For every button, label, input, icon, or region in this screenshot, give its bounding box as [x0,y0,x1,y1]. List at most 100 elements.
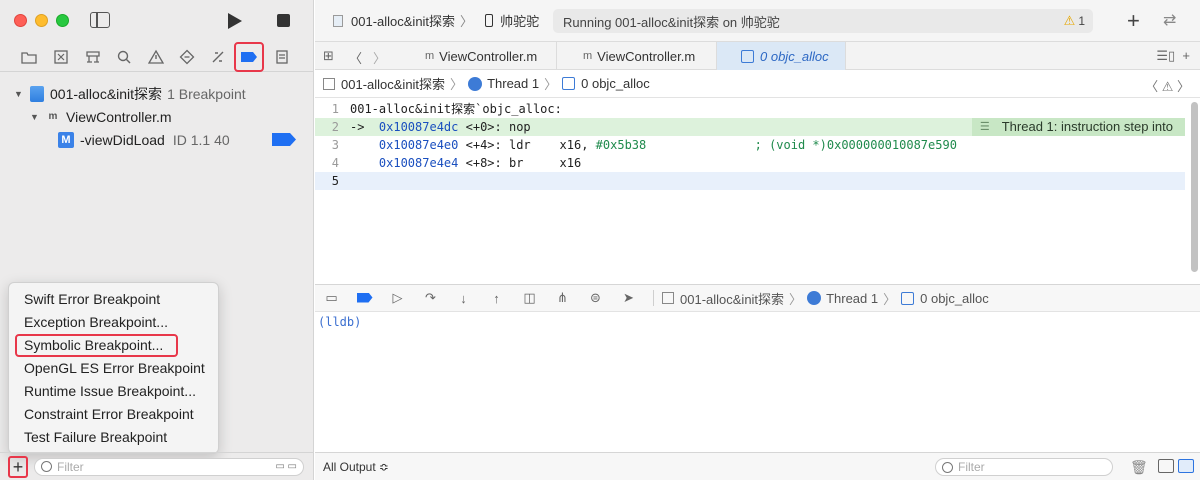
report-navigator-icon[interactable] [271,46,293,68]
menu-item-opengl-es-error[interactable]: OpenGL ES Error Breakpoint [9,357,218,380]
warning-badge[interactable]: ⚠ 1 [1064,13,1085,29]
tab-objc-alloc[interactable]: 0 objc_alloc [717,42,846,70]
trash-icon[interactable]: 🗑 [1130,459,1148,476]
line-number[interactable]: 5 [315,172,345,190]
console-filter-input[interactable]: Filter [935,458,1113,476]
thread-status-text: Thread 1: instruction step into [1001,119,1173,134]
code-token: 0x10087e4e0 [378,138,459,152]
code-line[interactable]: 5 [315,172,1185,190]
breakpoints-toggle-icon[interactable] [348,291,381,306]
simulate-location-icon[interactable]: ➤ [612,290,645,306]
menu-item-test-failure[interactable]: Test Failure Breakpoint [9,426,218,449]
add-library-icon[interactable]: + [1127,8,1140,34]
folder-icon[interactable] [18,46,40,68]
step-out-icon[interactable]: ↑ [480,291,513,306]
continue-icon[interactable]: ▷ [381,290,414,306]
activity-status: Running 001-alloc&init探索 on 帅驼驼 ⚠ 1 [553,9,1093,33]
navigator-filter-input[interactable]: Filter ▭ ▭ [34,457,304,476]
breakpoint-row[interactable]: M -viewDidLoad ID 1.1 40 [0,128,313,151]
debug-bar: ▭ ▷ ↷ ↓ ↑ ◫ ⋔ ⊜ ➤ 001-alloc&init探索 〉 Thr… [315,284,1200,312]
code-line[interactable]: 2 -> 0x10087e4dc <+0>: nop ☰ Thread 1: inst… [315,118,1185,136]
filter-options-icon[interactable]: ▭ ▭ [275,461,297,472]
menu-item-exception[interactable]: Exception Breakpoint... [9,311,218,334]
tab-viewcontroller-2[interactable]: m ViewController.m [557,42,717,70]
m-file-icon: m [48,111,58,122]
jump-project[interactable]: 001-alloc&init探索 [341,74,445,93]
debug-navigator-icon[interactable] [207,46,229,68]
debug-thread[interactable]: Thread 1 [826,291,878,306]
chevron-right-icon: 〉 [883,291,897,307]
sidebar-toggle-icon[interactable] [90,12,110,28]
file-row[interactable]: ▼ m ViewController.m [0,105,313,128]
warning-count: 1 [1078,14,1085,28]
frame-icon [741,49,754,63]
chevron-down-icon[interactable]: ▼ [14,89,24,99]
output-select[interactable]: All Output ≎ [323,460,389,474]
search-icon[interactable] [113,46,135,68]
chevron-down-icon[interactable]: ▼ [30,112,40,122]
view-debugger-icon[interactable]: ◫ [513,290,546,306]
issue-navigator-icon[interactable] [145,46,167,68]
grid-icon[interactable]: ⊞ [323,48,334,64]
environment-overrides-icon[interactable]: ⊜ [579,290,612,306]
editor-options-icon[interactable]: ☰▯ + [1156,48,1190,64]
scheme-selector[interactable]: 001-alloc&init探索 〉 帅驼驼 [333,11,539,30]
hide-debug-area-icon[interactable]: ▭ [315,290,348,306]
memory-graph-icon[interactable]: ⋔ [546,290,579,306]
debug-project[interactable]: 001-alloc&init探索 [680,289,784,308]
close-window-button[interactable] [14,14,27,27]
grid-icon [323,77,335,90]
source-control-icon[interactable] [50,46,72,68]
vertical-scrollbar[interactable] [1191,102,1198,272]
thread-status-badge[interactable]: ☰ Thread 1: instruction step into [971,118,1185,136]
console-view-toggle-icon[interactable] [1178,459,1194,473]
menu-item-constraint-error[interactable]: Constraint Error Breakpoint [9,403,218,426]
jump-thread[interactable]: Thread 1 [487,76,539,91]
code-token: ; (void *)0x000000010087e590 [754,138,957,152]
symbol-navigator-icon[interactable] [82,46,104,68]
tab-viewcontroller-1[interactable]: m ViewController.m [397,42,557,70]
jump-frame[interactable]: 0 objc_alloc [581,76,650,91]
menu-item-symbolic[interactable]: Symbolic Breakpoint... [9,334,218,357]
project-name: 001-alloc&init探索 [50,85,163,102]
code-line[interactable]: 1 001-alloc&init探索`objc_alloc: [315,100,1185,118]
line-number[interactable]: 2 [315,118,345,136]
minimize-window-button[interactable] [35,14,48,27]
zoom-window-button[interactable] [56,14,69,27]
device-name: 帅驼驼 [500,14,540,29]
issue-nav-arrows-icon[interactable]: 〈 ⚠ 〉 [1145,76,1190,95]
code-line[interactable]: 4 0x10087e4e4 <+8>: br x16 [315,154,1185,172]
chevron-right-icon: 〉 [544,77,558,92]
variables-view-toggle-icon[interactable] [1158,459,1174,473]
code-review-icon[interactable]: ⇄ [1163,10,1176,30]
step-over-icon[interactable]: ↷ [414,290,447,306]
line-number[interactable]: 3 [315,136,345,154]
forward-icon[interactable]: 〉 [373,48,386,67]
breakpoint-enabled-icon[interactable] [272,133,296,146]
breakpoint-navigator-tab[interactable] [234,42,264,72]
console-bottom-bar: All Output ≎ Filter 🗑 [315,452,1200,480]
stop-button[interactable] [277,14,290,27]
filter-icon [942,461,953,473]
code-line[interactable]: 3 0x10087e4e0 <+4>: ldr x16, #0x5b38 ; (… [315,136,1185,154]
line-number[interactable]: 4 [315,154,345,172]
menu-item-runtime-issue[interactable]: Runtime Issue Breakpoint... [9,380,218,403]
line-number[interactable]: 1 [315,100,345,118]
chevron-right-icon: 〉 [450,77,464,92]
menu-item-swift-error[interactable]: Swift Error Breakpoint [9,288,218,311]
back-icon[interactable]: 〈 [349,48,362,67]
project-row[interactable]: ▼ 001-alloc&init探索 1 Breakpoint [0,82,313,105]
thread-icon [807,291,822,305]
debug-frame[interactable]: 0 objc_alloc [920,291,989,306]
divider [653,290,654,306]
step-into-icon[interactable]: ↓ [447,291,480,306]
add-breakpoint-button[interactable]: + [8,455,28,478]
test-navigator-icon[interactable] [176,46,198,68]
disassembly-view[interactable]: 1 001-alloc&init探索`objc_alloc: 2 -> 0x10087… [315,100,1185,283]
run-button[interactable] [228,13,242,29]
project-breakpoint-count: 1 Breakpoint [167,85,246,102]
lldb-console[interactable]: (lldb) [315,312,1200,452]
tab-label: 0 objc_alloc [760,48,829,64]
